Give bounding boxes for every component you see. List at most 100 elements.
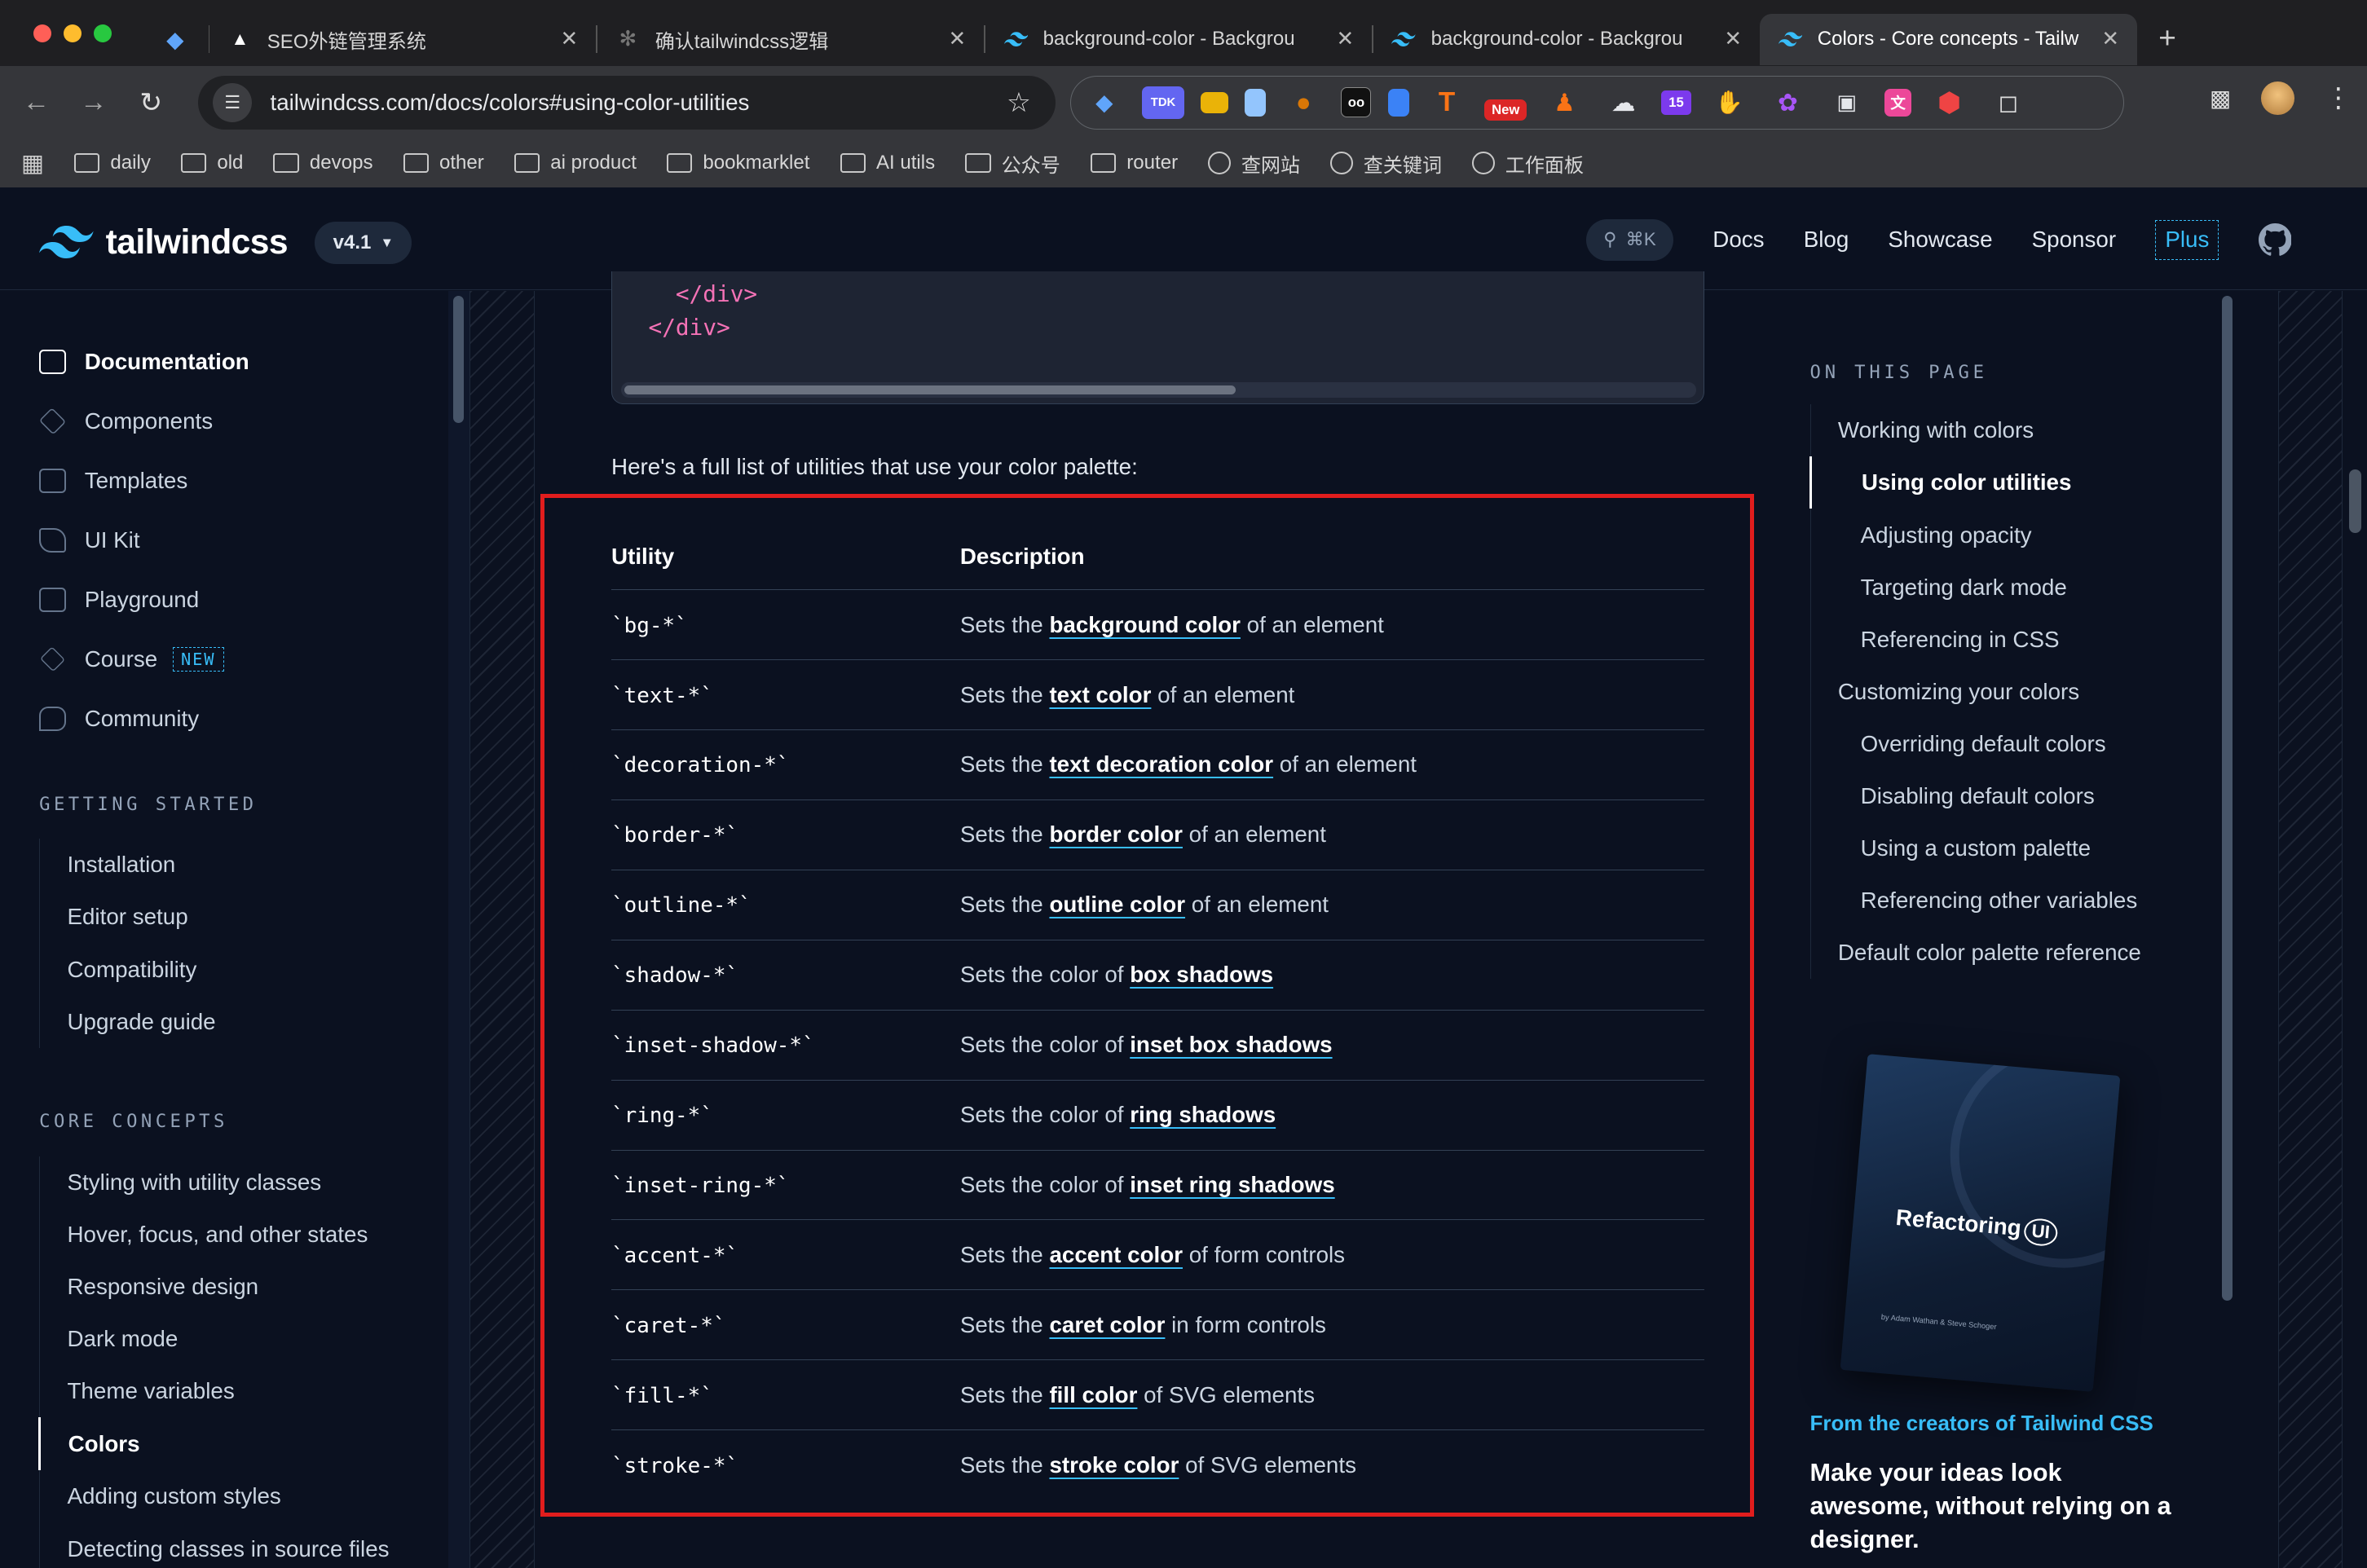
close-icon[interactable]: ✕	[1336, 27, 1354, 51]
refactoring-ui-book-cover[interactable]: Refactoring UI by Adam Wathan & Steve Sch…	[1840, 1053, 2121, 1392]
sidebar-item-templates[interactable]: Templates	[0, 451, 448, 510]
nav-blog[interactable]: Blog	[1804, 227, 1849, 253]
bookmark-bookmarklet[interactable]: bookmarklet	[666, 152, 809, 174]
bookmark-gongzhonghao[interactable]: 公众号	[965, 149, 1060, 178]
description-link[interactable]: ring shadows	[1130, 1102, 1276, 1127]
nav-showcase[interactable]: Showcase	[1888, 227, 1992, 253]
diamond-extension-icon[interactable]: ◆	[1083, 86, 1126, 120]
sidebar-link-compatibility[interactable]: Compatibility	[40, 944, 448, 996]
search-button[interactable]: ⚲ ⌘K	[1585, 218, 1674, 262]
code-scrollbar[interactable]	[621, 382, 1696, 398]
glasses-extension-icon[interactable]: oo	[1341, 87, 1372, 118]
toc-link[interactable]: Working with colors	[1811, 404, 2203, 456]
zoom-window-button[interactable]	[93, 24, 112, 42]
robot-extension-icon[interactable]: ▣	[1826, 86, 1868, 120]
cookie-extension-icon[interactable]: ●	[1282, 86, 1325, 120]
sidebar-link-hover-focus-states[interactable]: Hover, focus, and other states	[40, 1209, 448, 1261]
toc-link[interactable]: Adjusting opacity	[1811, 509, 2203, 561]
stop-extension-icon[interactable]: ⬢	[1928, 86, 1971, 120]
description-link[interactable]: text color	[1049, 682, 1151, 707]
tab-chatgpt[interactable]: ✻ 确认tailwindcss逻辑 ✕	[597, 14, 984, 65]
bookmark-star-icon[interactable]: ☆	[1007, 86, 1031, 119]
sidebar-link-editor-setup[interactable]: Editor setup	[40, 891, 448, 943]
bookmark-other[interactable]: other	[403, 152, 484, 174]
nav-sponsor[interactable]: Sponsor	[2032, 227, 2116, 253]
description-link[interactable]: accent color	[1049, 1242, 1183, 1267]
back-arrow-icon[interactable]: ←	[12, 78, 60, 126]
address-bar[interactable]: ☰ tailwindcss.com/docs/colors#using-colo…	[197, 75, 1056, 130]
description-link[interactable]: box shadows	[1130, 962, 1273, 987]
cloud-extension-icon[interactable]: ☁	[1602, 86, 1645, 120]
tab-pinned[interactable]: ◆	[142, 14, 208, 65]
site-logo[interactable]: tailwindcss	[39, 222, 289, 262]
tab-seo[interactable]: ▲ SEO外链管理系统 ✕	[209, 14, 596, 65]
sidebar-scrollbar[interactable]	[448, 291, 469, 1568]
nav-plus[interactable]: Plus	[2155, 220, 2219, 260]
close-icon[interactable]: ✕	[949, 27, 967, 51]
bookmark-daily[interactable]: daily	[73, 152, 151, 174]
url-text[interactable]: tailwindcss.com/docs/colors#using-color-…	[270, 90, 749, 116]
bookmark-ai-utils[interactable]: AI utils	[840, 152, 935, 174]
sidebar-link-styling-utility-classes[interactable]: Styling with utility classes	[40, 1156, 448, 1209]
bookmark-ai-product[interactable]: ai product	[514, 152, 637, 174]
tdk-extension-icon[interactable]: TDK	[1142, 86, 1184, 120]
document-extension-icon[interactable]	[1244, 89, 1266, 117]
close-icon[interactable]: ✕	[561, 27, 579, 51]
site-settings-icon[interactable]: ☰	[213, 82, 253, 122]
toc-link[interactable]: Targeting dark mode	[1811, 562, 2203, 614]
description-link[interactable]: caret color	[1049, 1312, 1165, 1337]
toc-link[interactable]: Default color palette reference	[1811, 927, 2203, 979]
sidebar-link-colors[interactable]: Colors	[38, 1417, 448, 1470]
nav-docs[interactable]: Docs	[1712, 227, 1764, 253]
toc-link[interactable]: Disabling default colors	[1811, 770, 2203, 822]
toc-link[interactable]: Referencing in CSS	[1811, 614, 2203, 666]
toc-scrollbar-thumb[interactable]	[2222, 295, 2233, 1302]
minimize-window-button[interactable]	[63, 24, 82, 42]
toc-link[interactable]: Using color utilities	[1809, 456, 2202, 509]
bookmark-check-keywords[interactable]: 查关键词	[1330, 149, 1442, 178]
new-badge-extension-icon[interactable]: New	[1484, 99, 1527, 121]
counter-extension-icon[interactable]: 15	[1660, 90, 1691, 115]
tab-search-icon[interactable]: ▩	[2210, 85, 2231, 112]
file-badge-extension-icon[interactable]	[1387, 89, 1409, 117]
description-link[interactable]: text decoration color	[1049, 751, 1273, 777]
github-icon[interactable]	[2258, 223, 2292, 257]
description-link[interactable]: stroke color	[1049, 1452, 1179, 1478]
toc-link[interactable]: Using a custom palette	[1811, 822, 2203, 874]
bookmark-devops[interactable]: devops	[273, 152, 373, 174]
sidebar-item-ui-kit[interactable]: UI Kit	[0, 510, 448, 570]
translate-extension-icon[interactable]: 文	[1884, 89, 1912, 117]
apps-grid-icon[interactable]: ▦	[21, 148, 44, 178]
bookmark-workboard[interactable]: 工作面板	[1472, 149, 1584, 178]
person-extension-icon[interactable]: ♟	[1544, 86, 1586, 120]
toc-link[interactable]: Referencing other variables	[1811, 874, 2203, 927]
promo-headline[interactable]: Make your ideas look awesome, without re…	[1810, 1456, 2188, 1556]
sidebar-link-responsive-design[interactable]: Responsive design	[40, 1261, 448, 1313]
description-link[interactable]: inset box shadows	[1130, 1032, 1332, 1057]
reload-icon[interactable]: ↻	[127, 78, 175, 126]
sidebar-item-community[interactable]: Community	[0, 689, 448, 748]
toc-link[interactable]: Overriding default colors	[1811, 718, 2203, 770]
bookmark-check-site[interactable]: 查网站	[1208, 149, 1300, 178]
forward-arrow-icon[interactable]: →	[69, 78, 117, 126]
brain-extension-icon[interactable]: ✿	[1767, 86, 1809, 120]
description-link[interactable]: outline color	[1049, 892, 1185, 917]
page-scrollbar-thumb[interactable]	[2348, 469, 2361, 533]
sidebar-item-components[interactable]: Components	[0, 391, 448, 451]
bookmark-old[interactable]: old	[180, 152, 243, 174]
menu-kebab-icon[interactable]: ⋮	[2325, 81, 2352, 114]
puzzle-extension-icon[interactable]: ◻	[1987, 86, 2030, 120]
close-icon[interactable]: ✕	[1724, 27, 1742, 51]
sidebar-link-adding-custom-styles[interactable]: Adding custom styles	[40, 1470, 448, 1522]
close-window-button[interactable]	[33, 24, 51, 42]
description-link[interactable]: fill color	[1049, 1382, 1137, 1407]
description-link[interactable]: inset ring shadows	[1130, 1172, 1334, 1197]
bookmark-router[interactable]: router	[1090, 152, 1178, 174]
sidebar-item-playground[interactable]: Playground	[0, 570, 448, 629]
new-tab-plus-icon[interactable]: +	[2158, 20, 2176, 55]
sidebar-item-course[interactable]: Course NEW	[0, 629, 448, 689]
toc-link[interactable]: Customizing your colors	[1811, 666, 2203, 718]
sidebar-link-installation[interactable]: Installation	[40, 839, 448, 891]
tab-bg-color-2[interactable]: background-color - Backgrou ✕	[1373, 14, 1760, 65]
tetris-extension-icon[interactable]: T	[1426, 86, 1468, 120]
